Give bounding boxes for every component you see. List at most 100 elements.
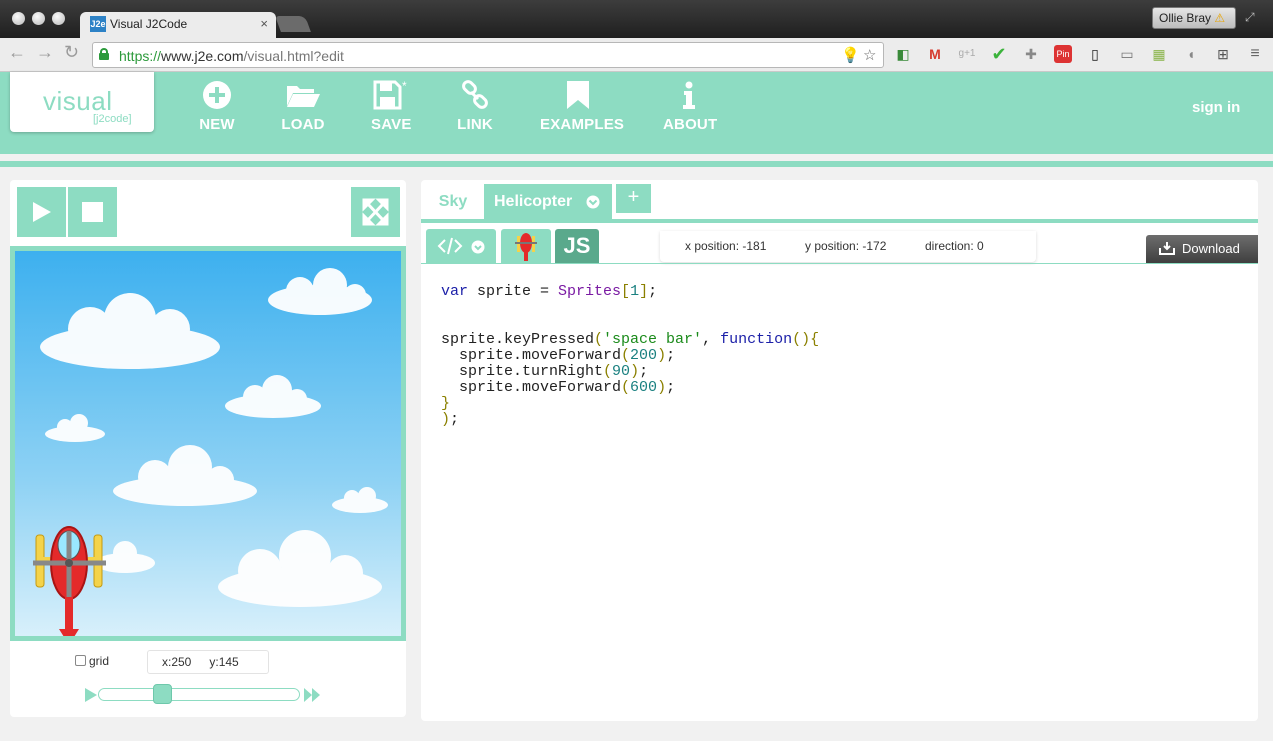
code-line: sprite.moveForward(600);: [441, 379, 676, 396]
code-brackets-icon: [437, 237, 485, 255]
menu-label: LINK: [457, 116, 493, 133]
bookmark-icon: [540, 80, 615, 110]
helicopter-thumbnail-icon: [515, 233, 537, 261]
costume-button[interactable]: [501, 229, 551, 263]
download-button[interactable]: Download: [1146, 235, 1258, 263]
extension-gmail-icon[interactable]: M: [926, 45, 944, 63]
extension-maps-icon[interactable]: ▦: [1150, 45, 1168, 63]
menu-save[interactable]: * SAVE: [371, 80, 411, 133]
menu-label: LOAD: [281, 116, 325, 133]
sprite-status: x position: -181 y position: -172 direct…: [660, 231, 1036, 262]
js-mode-button[interactable]: JS: [555, 229, 599, 263]
menu-examples[interactable]: EXAMPLES: [540, 80, 625, 133]
minimize-window-button[interactable]: [32, 12, 45, 25]
helicopter-sprite[interactable]: [30, 523, 110, 638]
extension-check-icon[interactable]: ✔: [990, 45, 1008, 63]
close-window-button[interactable]: [12, 12, 25, 25]
cloud: [225, 375, 321, 418]
speed-slider-handle[interactable]: [152, 684, 172, 704]
y-position: y position: -172: [805, 239, 887, 253]
code-line: var sprite = Sprites[1];: [441, 283, 658, 300]
editor-divider: [421, 263, 1258, 264]
slow-speed-icon[interactable]: [84, 687, 98, 703]
lock-icon: [99, 48, 109, 60]
grid-label: grid: [89, 654, 110, 668]
menu-label: NEW: [199, 116, 235, 133]
tab-title: Visual J2Code: [110, 17, 188, 31]
expand-icon: [362, 198, 389, 226]
code-editor[interactable]: var sprite = Sprites[1]; sprite.keyPress…: [441, 284, 819, 428]
cloud: [268, 268, 372, 315]
mouse-coordinates: x:250 y:145: [147, 650, 269, 674]
extension-evernote-icon[interactable]: ◧: [894, 45, 912, 63]
app-logo[interactable]: visual [j2code]: [10, 72, 154, 132]
star-icon[interactable]: ☆: [863, 46, 876, 64]
fullscreen-icon[interactable]: ⤢: [1245, 10, 1255, 25]
browser-menu-icon[interactable]: ≡: [1246, 45, 1264, 63]
fullscreen-button[interactable]: [351, 187, 400, 237]
menu-about[interactable]: ABOUT: [663, 80, 717, 133]
back-icon[interactable]: ←: [8, 42, 26, 63]
x-coordinate: x:250: [162, 655, 192, 669]
menu-label: SAVE: [371, 116, 412, 133]
code-mode-button[interactable]: [426, 229, 496, 263]
svg-text:*: *: [402, 80, 407, 93]
extension-pinterest-icon[interactable]: Pin: [1054, 45, 1072, 63]
download-label: Download: [1182, 241, 1240, 256]
sprite-stage[interactable]: [10, 246, 406, 641]
grid-checkbox[interactable]: [75, 655, 86, 666]
extension-phone-icon[interactable]: ▯: [1086, 45, 1104, 63]
code-line: sprite.turnRight(90);: [441, 363, 649, 380]
x-position: x position: -181: [685, 239, 767, 253]
browser-tab[interactable]: J2e Visual J2Code ×: [80, 12, 276, 38]
grid-toggle[interactable]: grid: [75, 654, 109, 668]
cloud: [332, 487, 388, 513]
profile-name: Ollie Bray: [1159, 11, 1212, 25]
speed-slider[interactable]: [98, 688, 300, 701]
url-text: https://www.j2e.com/visual.html?edit: [119, 48, 344, 64]
header-divider: [0, 161, 1273, 167]
sprite-tab-sky[interactable]: Sky: [426, 184, 480, 219]
stop-button[interactable]: [68, 187, 117, 237]
reload-icon[interactable]: ↻: [64, 42, 79, 63]
extension-audio-icon[interactable]: ◖: [1182, 45, 1200, 63]
add-sprite-button[interactable]: +: [616, 184, 651, 213]
browser-toolbar: ← → ↻ https://www.j2e.com/visual.html?ed…: [0, 38, 1273, 72]
cloud: [218, 530, 382, 607]
sprite-tab-helicopter[interactable]: Helicopter: [484, 184, 612, 219]
info-icon: [663, 80, 714, 110]
cloud: [113, 445, 257, 506]
code-line: sprite.moveForward(200);: [441, 347, 676, 364]
play-button[interactable]: [17, 187, 66, 237]
tab-underline: [421, 219, 1258, 223]
logo-subtext: [j2code]: [93, 113, 132, 125]
menu-link[interactable]: LINK: [455, 80, 495, 133]
extension-plug-icon[interactable]: ⊞: [1214, 45, 1232, 63]
folder-icon: [281, 80, 325, 110]
favicon-icon: J2e: [90, 16, 106, 32]
fast-speed-icon[interactable]: [303, 687, 321, 703]
menu-load[interactable]: LOAD: [281, 80, 325, 133]
warning-icon: ⚠: [1214, 11, 1226, 25]
sign-in-link[interactable]: sign in: [1192, 99, 1240, 116]
play-icon: [33, 202, 51, 222]
zoom-window-button[interactable]: [52, 12, 65, 25]
menu-label: EXAMPLES: [540, 116, 625, 133]
app-header: [0, 72, 1273, 154]
stop-icon: [82, 202, 103, 222]
plus-circle-icon: [199, 80, 235, 110]
chevron-down-icon[interactable]: [586, 195, 600, 209]
tab-close-icon[interactable]: ×: [260, 16, 268, 31]
extension-gplus-icon[interactable]: g+1: [958, 45, 976, 63]
extension-puzzle-icon[interactable]: ✚: [1022, 45, 1040, 63]
address-bar[interactable]: https://www.j2e.com/visual.html?edit 💡 ☆: [92, 42, 884, 68]
new-tab-button[interactable]: [275, 16, 311, 32]
sprite-tab-label: Helicopter: [494, 193, 573, 210]
extension-cast-icon[interactable]: ▭: [1118, 45, 1136, 63]
lightbulb-icon[interactable]: 💡: [841, 46, 860, 64]
profile-button[interactable]: Ollie Bray ⚠: [1152, 7, 1236, 29]
forward-icon[interactable]: →: [36, 42, 54, 63]
menu-new[interactable]: NEW: [199, 80, 235, 133]
